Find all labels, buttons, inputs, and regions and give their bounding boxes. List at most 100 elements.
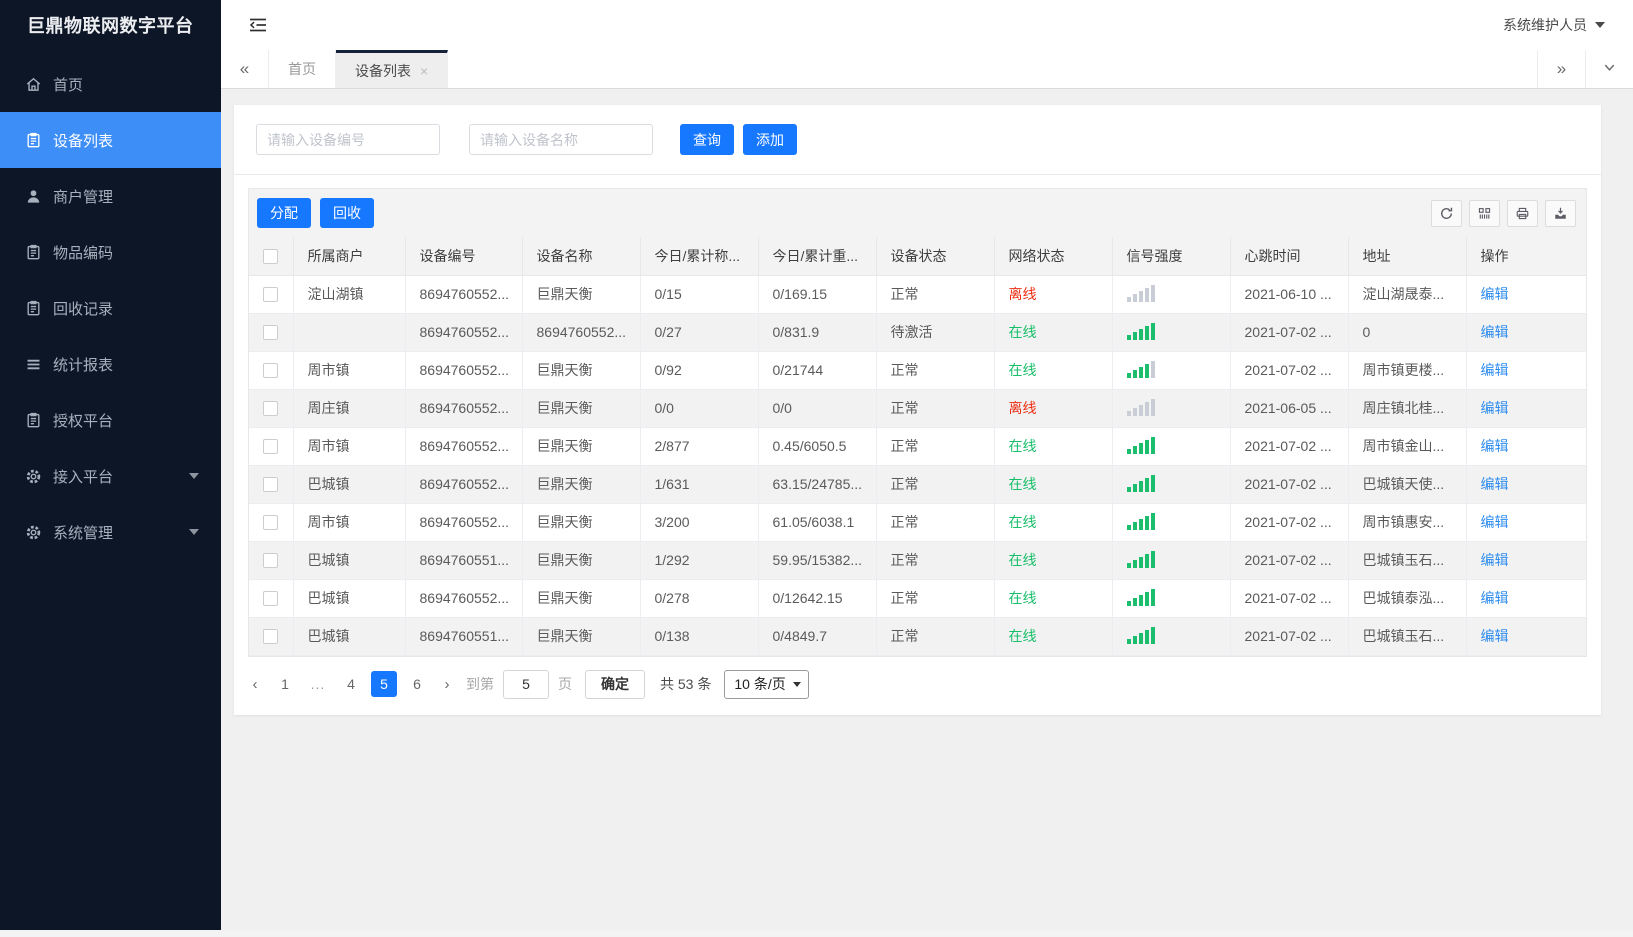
cell-network-status: 在线 — [993, 350, 1113, 390]
cell-network-status: 在线 — [993, 540, 1113, 580]
prev-page-icon[interactable]: ‹ — [245, 676, 265, 693]
table-row: 巴城镇 8694760552... 巨鼎天衡 1/631 63.15/24785... 正… — [249, 464, 1586, 504]
edit-link[interactable]: 编辑 — [1481, 628, 1509, 644]
sidebar-collapse-icon[interactable] — [247, 16, 269, 34]
cell-device-no: 8694760551... — [404, 540, 523, 580]
tabs-scroll-right-icon[interactable]: » — [1537, 50, 1585, 88]
signal-bars-icon — [1126, 474, 1155, 492]
tab-设备列表[interactable]: 设备列表 × — [336, 50, 449, 88]
edit-link[interactable]: 编辑 — [1481, 438, 1509, 454]
cell-action: 编辑 — [1465, 616, 1586, 656]
clipboard-icon — [25, 244, 42, 261]
cell-address: 0 — [1347, 312, 1467, 352]
row-checkbox[interactable] — [263, 553, 279, 569]
row-checkbox[interactable] — [263, 287, 279, 303]
tabs-menu-chevron-down-icon[interactable] — [1585, 50, 1633, 88]
sidebar-item-home-首页[interactable]: 首页 — [0, 56, 221, 112]
cell-device-no: 8694760552... — [404, 274, 523, 314]
row-checkbox[interactable] — [263, 325, 279, 341]
cell-action: 编辑 — [1465, 578, 1586, 618]
clipboard-icon — [25, 132, 42, 149]
row-checkbox[interactable] — [263, 515, 279, 531]
sidebar-item-clipboard-物品编码[interactable]: 物品编码 — [0, 224, 221, 280]
page-number[interactable]: 6 — [404, 671, 430, 697]
edit-link[interactable]: 编辑 — [1481, 362, 1509, 378]
user-menu[interactable]: 系统维护人员 — [1503, 15, 1609, 35]
cell-heartbeat: 2021-06-10 ... — [1229, 274, 1349, 314]
edit-link[interactable]: 编辑 — [1481, 552, 1509, 568]
page-size-select[interactable]: 10 条/页 — [724, 669, 809, 699]
refresh-icon[interactable] — [1431, 199, 1462, 227]
tabs-scroll-left-icon[interactable]: « — [221, 50, 269, 88]
edit-link[interactable]: 编辑 — [1481, 514, 1509, 530]
horizontal-scrollbar[interactable] — [0, 930, 1633, 937]
tab-close-icon[interactable]: × — [420, 64, 428, 78]
row-select-cell — [249, 350, 294, 390]
sidebar-item-list-统计报表[interactable]: 统计报表 — [0, 336, 221, 392]
table-row: 周庄镇 8694760552... 巨鼎天衡 0/0 0/0 正常 离线 2021-06-05… — [249, 388, 1586, 428]
pagination: ‹ 1... 456 › 到第 页 确定 共 53 条 10 条/页 — [234, 657, 1601, 699]
recycle-button[interactable]: 回收 — [320, 198, 374, 228]
user-caret-down-icon — [1595, 22, 1605, 28]
gear-icon — [25, 524, 42, 541]
select-all-checkbox[interactable] — [263, 249, 279, 265]
signal-bars-icon — [1126, 588, 1155, 606]
row-checkbox[interactable] — [263, 401, 279, 417]
row-checkbox[interactable] — [263, 439, 279, 455]
cell-signal-strength — [1111, 540, 1231, 580]
row-checkbox[interactable] — [263, 591, 279, 607]
cell-device-no: 8694760551... — [404, 616, 523, 656]
columns-icon[interactable] — [1469, 199, 1500, 227]
edit-link[interactable]: 编辑 — [1481, 324, 1509, 340]
edit-link[interactable]: 编辑 — [1481, 476, 1509, 492]
cell-heartbeat: 2021-06-05 ... — [1229, 388, 1349, 428]
tab-首页[interactable]: 首页 — [269, 50, 336, 88]
cell-device-no: 8694760552... — [404, 502, 523, 542]
signal-bars-icon — [1126, 626, 1155, 644]
device-name-input[interactable] — [469, 124, 653, 155]
network-status-badge: 在线 — [1008, 476, 1037, 492]
cell-merchant: 淀山湖镇 — [292, 274, 406, 314]
cell-device-name: 巨鼎天衡 — [521, 616, 641, 656]
cell-address: 周市镇金山... — [1347, 426, 1467, 466]
cell-heartbeat: 2021-07-02 ... — [1229, 312, 1349, 352]
table-row: 淀山湖镇 8694760552... 巨鼎天衡 0/15 0/169.15 正常 离线 202… — [249, 274, 1586, 314]
edit-link[interactable]: 编辑 — [1481, 400, 1509, 416]
page-number[interactable]: 5 — [371, 671, 397, 697]
cell-today-weight: 0/0 — [757, 388, 877, 428]
edit-link[interactable]: 编辑 — [1481, 590, 1509, 606]
page-number[interactable]: 1 — [272, 671, 298, 697]
next-page-icon[interactable]: › — [437, 676, 457, 693]
row-select-cell — [249, 388, 294, 428]
page-number[interactable]: 4 — [338, 671, 364, 697]
sidebar-item-label: 接入平台 — [53, 468, 114, 486]
sidebar-item-user-商户管理[interactable]: 商户管理 — [0, 168, 221, 224]
assign-button[interactable]: 分配 — [257, 198, 311, 228]
sidebar-item-gear-接入平台[interactable]: 接入平台 — [0, 448, 221, 504]
goto-page-input[interactable] — [503, 669, 549, 699]
device-no-input[interactable] — [256, 124, 440, 155]
cell-today-count: 1/631 — [639, 464, 759, 504]
sidebar-item-clipboard-授权平台[interactable]: 授权平台 — [0, 392, 221, 448]
confirm-button[interactable]: 确定 — [585, 669, 645, 699]
home-icon — [25, 76, 42, 93]
cell-address: 淀山湖晟泰... — [1347, 274, 1467, 314]
sidebar-item-clipboard-设备列表[interactable]: 设备列表 — [0, 112, 221, 168]
goto-label: 到第 — [466, 676, 494, 692]
row-checkbox[interactable] — [263, 477, 279, 493]
cell-signal-strength — [1111, 616, 1231, 656]
cell-device-no: 8694760552... — [404, 350, 523, 390]
signal-bars-icon — [1126, 550, 1155, 568]
sidebar-item-gear-系统管理[interactable]: 系统管理 — [0, 504, 221, 560]
row-select-cell — [249, 540, 294, 580]
header-select-all — [249, 237, 294, 276]
edit-link[interactable]: 编辑 — [1481, 286, 1509, 302]
row-checkbox[interactable] — [263, 629, 279, 645]
sidebar-item-clipboard-回收记录[interactable]: 回收记录 — [0, 280, 221, 336]
cell-device-name: 8694760552... — [521, 312, 641, 352]
add-button[interactable]: 添加 — [743, 124, 797, 155]
print-icon[interactable] — [1507, 199, 1538, 227]
row-checkbox[interactable] — [263, 363, 279, 379]
query-button[interactable]: 查询 — [680, 124, 734, 155]
export-icon[interactable] — [1545, 199, 1576, 227]
